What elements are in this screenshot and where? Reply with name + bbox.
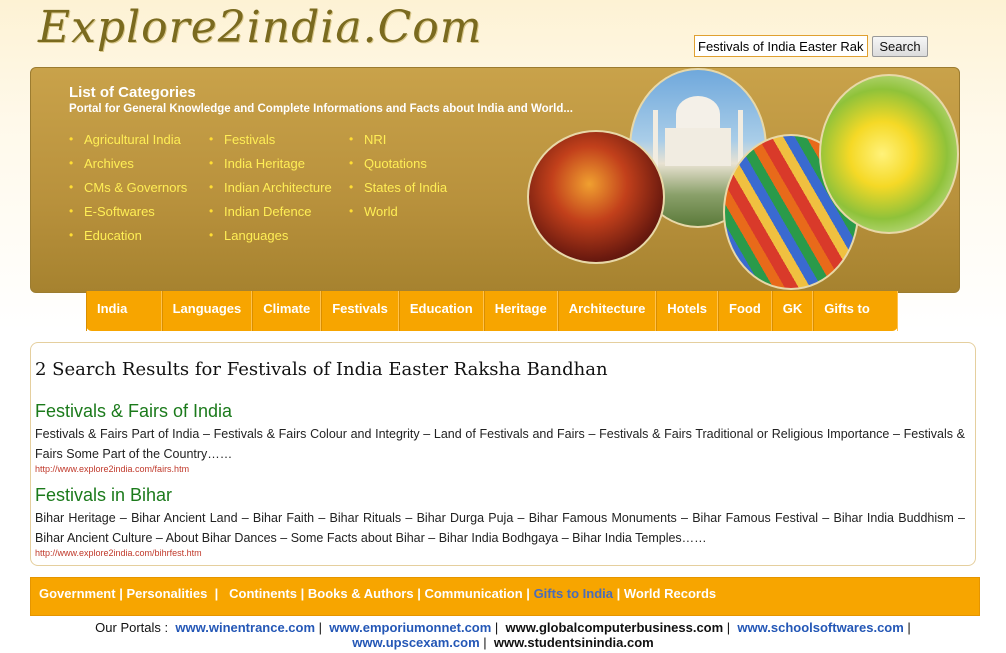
category-link-archives[interactable]: Archives <box>69 155 187 180</box>
tulips-image <box>819 74 959 234</box>
main-nav: India Facts Languages Climate Festivals … <box>86 291 898 352</box>
category-link-states-of-india[interactable]: States of India <box>349 179 447 204</box>
category-link-india-heritage[interactable]: India Heritage <box>209 155 332 180</box>
footer-nav: Government | Personalities | Continents … <box>30 577 980 616</box>
category-link-cms-governors[interactable]: CMs & Governors <box>69 179 187 204</box>
category-column-1: Agricultural India Archives CMs & Govern… <box>69 131 187 252</box>
result-title-link[interactable]: Festivals & Fairs of India <box>35 401 965 422</box>
portals-footer: Our Portals : www.winentrance.com | www.… <box>95 620 911 650</box>
result-url[interactable]: http://www.explore2india.com/bihrfest.ht… <box>35 548 965 558</box>
footer-link-communication[interactable]: Communication <box>424 586 522 601</box>
dance-image <box>527 130 665 264</box>
nav-climate[interactable]: Climate <box>252 291 322 331</box>
nav-education[interactable]: Education <box>398 291 484 331</box>
category-link-agricultural-india[interactable]: Agricultural India <box>69 131 187 156</box>
result-item: Festivals & Fairs of India Festivals & F… <box>35 401 965 474</box>
nav-gk[interactable]: GK <box>771 291 814 331</box>
search-results-panel: 2 Search Results for Festivals of India … <box>30 342 976 566</box>
nav-india-facts[interactable]: India Facts <box>86 291 162 352</box>
result-url[interactable]: http://www.explore2india.com/fairs.htm <box>35 464 965 474</box>
category-link-education[interactable]: Education <box>69 227 187 252</box>
portals-label: Our Portals : <box>95 620 169 635</box>
categories-heading: List of Categories <box>69 84 196 101</box>
result-item: Festivals in Bihar Bihar Heritage – Biha… <box>35 485 965 558</box>
category-column-3: NRI Quotations States of India World <box>349 131 447 228</box>
portal-link-emporiumonnet[interactable]: www.emporiumonnet.com <box>329 620 491 635</box>
portal-link-studentsinindia[interactable]: www.studentsinindia.com <box>494 635 654 650</box>
search-button[interactable]: Search <box>872 36 928 57</box>
category-link-languages[interactable]: Languages <box>209 227 332 252</box>
results-title: 2 Search Results for Festivals of India … <box>35 359 608 380</box>
footer-link-personalities[interactable]: Personalities <box>126 586 207 601</box>
portal-link-upscexam[interactable]: www.upscexam.com <box>352 635 479 650</box>
result-description: Bihar Heritage – Bihar Ancient Land – Bi… <box>35 511 965 545</box>
search-input[interactable] <box>694 35 868 57</box>
nav-gifts-to-india[interactable]: Gifts to India <box>813 291 898 352</box>
category-link-world[interactable]: World <box>349 203 447 228</box>
category-link-festivals[interactable]: Festivals <box>209 131 332 156</box>
nav-hotels[interactable]: Hotels <box>656 291 719 331</box>
footer-link-government[interactable]: Government <box>39 586 116 601</box>
category-link-e-softwares[interactable]: E-Softwares <box>69 203 187 228</box>
result-title-link[interactable]: Festivals in Bihar <box>35 485 965 506</box>
portal-link-winentrance[interactable]: www.winentrance.com <box>175 620 315 635</box>
footer-link-world-records[interactable]: World Records <box>624 586 716 601</box>
site-logo[interactable]: Explore2india.Com <box>38 2 482 53</box>
category-link-indian-architecture[interactable]: Indian Architecture <box>209 179 332 204</box>
footer-link-continents[interactable]: Continents <box>229 586 297 601</box>
nav-languages[interactable]: Languages <box>161 291 253 331</box>
footer-link-books-authors[interactable]: Books & Authors <box>308 586 414 601</box>
result-description: Festivals & Fairs Part of India – Festiv… <box>35 427 965 461</box>
category-column-2: Festivals India Heritage Indian Architec… <box>209 131 332 252</box>
nav-food[interactable]: Food <box>718 291 772 331</box>
portal-link-globalcomputerbusiness[interactable]: www.globalcomputerbusiness.com <box>506 620 724 635</box>
categories-subheading: Portal for General Knowledge and Complet… <box>69 103 573 115</box>
nav-festivals[interactable]: Festivals <box>321 291 399 331</box>
category-link-indian-defence[interactable]: Indian Defence <box>209 203 332 228</box>
category-link-nri[interactable]: NRI <box>349 131 447 156</box>
portal-link-schoolsoftwares[interactable]: www.schoolsoftwares.com <box>737 620 903 635</box>
nav-architecture[interactable]: Architecture <box>557 291 657 331</box>
category-link-quotations[interactable]: Quotations <box>349 155 447 180</box>
category-banner: List of Categories Portal for General Kn… <box>30 67 960 293</box>
footer-link-gifts-to-india[interactable]: Gifts to India <box>534 586 613 601</box>
nav-heritage[interactable]: Heritage <box>483 291 558 331</box>
